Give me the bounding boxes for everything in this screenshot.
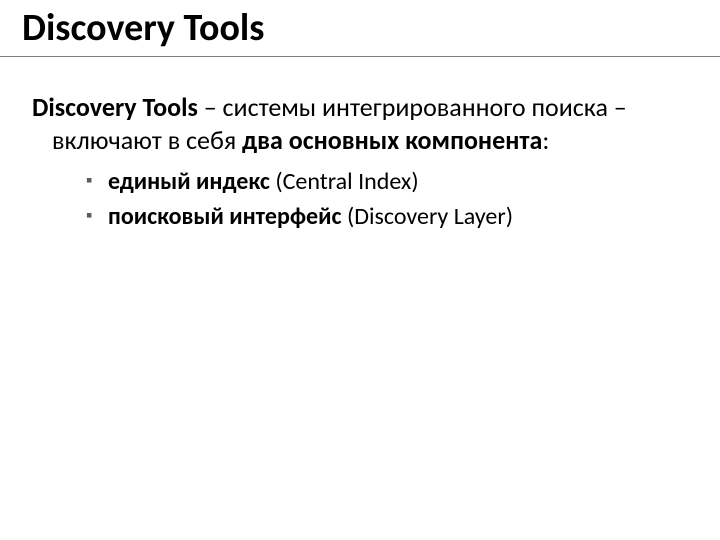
bullet-rest: (Discovery Layer)	[342, 202, 513, 231]
content-area: Discovery Tools – системы интегрированно…	[0, 57, 720, 235]
intro-lead: Discovery Tools	[32, 91, 198, 123]
intro-mid2: два основных компонента	[242, 124, 542, 156]
slide-title: Discovery Tools	[22, 8, 698, 50]
intro-paragraph: Discovery Tools – системы интегрированно…	[52, 91, 688, 158]
bullet-list: единый индекс (Central Index) поисковый …	[32, 165, 688, 235]
intro-tail: :	[542, 124, 549, 156]
bullet-bold: поисковый интерфейс	[108, 202, 342, 231]
bullet-rest: (Central Index)	[270, 167, 419, 196]
list-item: единый индекс (Central Index)	[86, 165, 688, 200]
slide: Discovery Tools Discovery Tools – систем…	[0, 0, 720, 540]
bullet-bold: единый индекс	[108, 167, 270, 196]
title-area: Discovery Tools	[0, 0, 720, 57]
list-item: поисковый интерфейс (Discovery Layer)	[86, 200, 688, 235]
